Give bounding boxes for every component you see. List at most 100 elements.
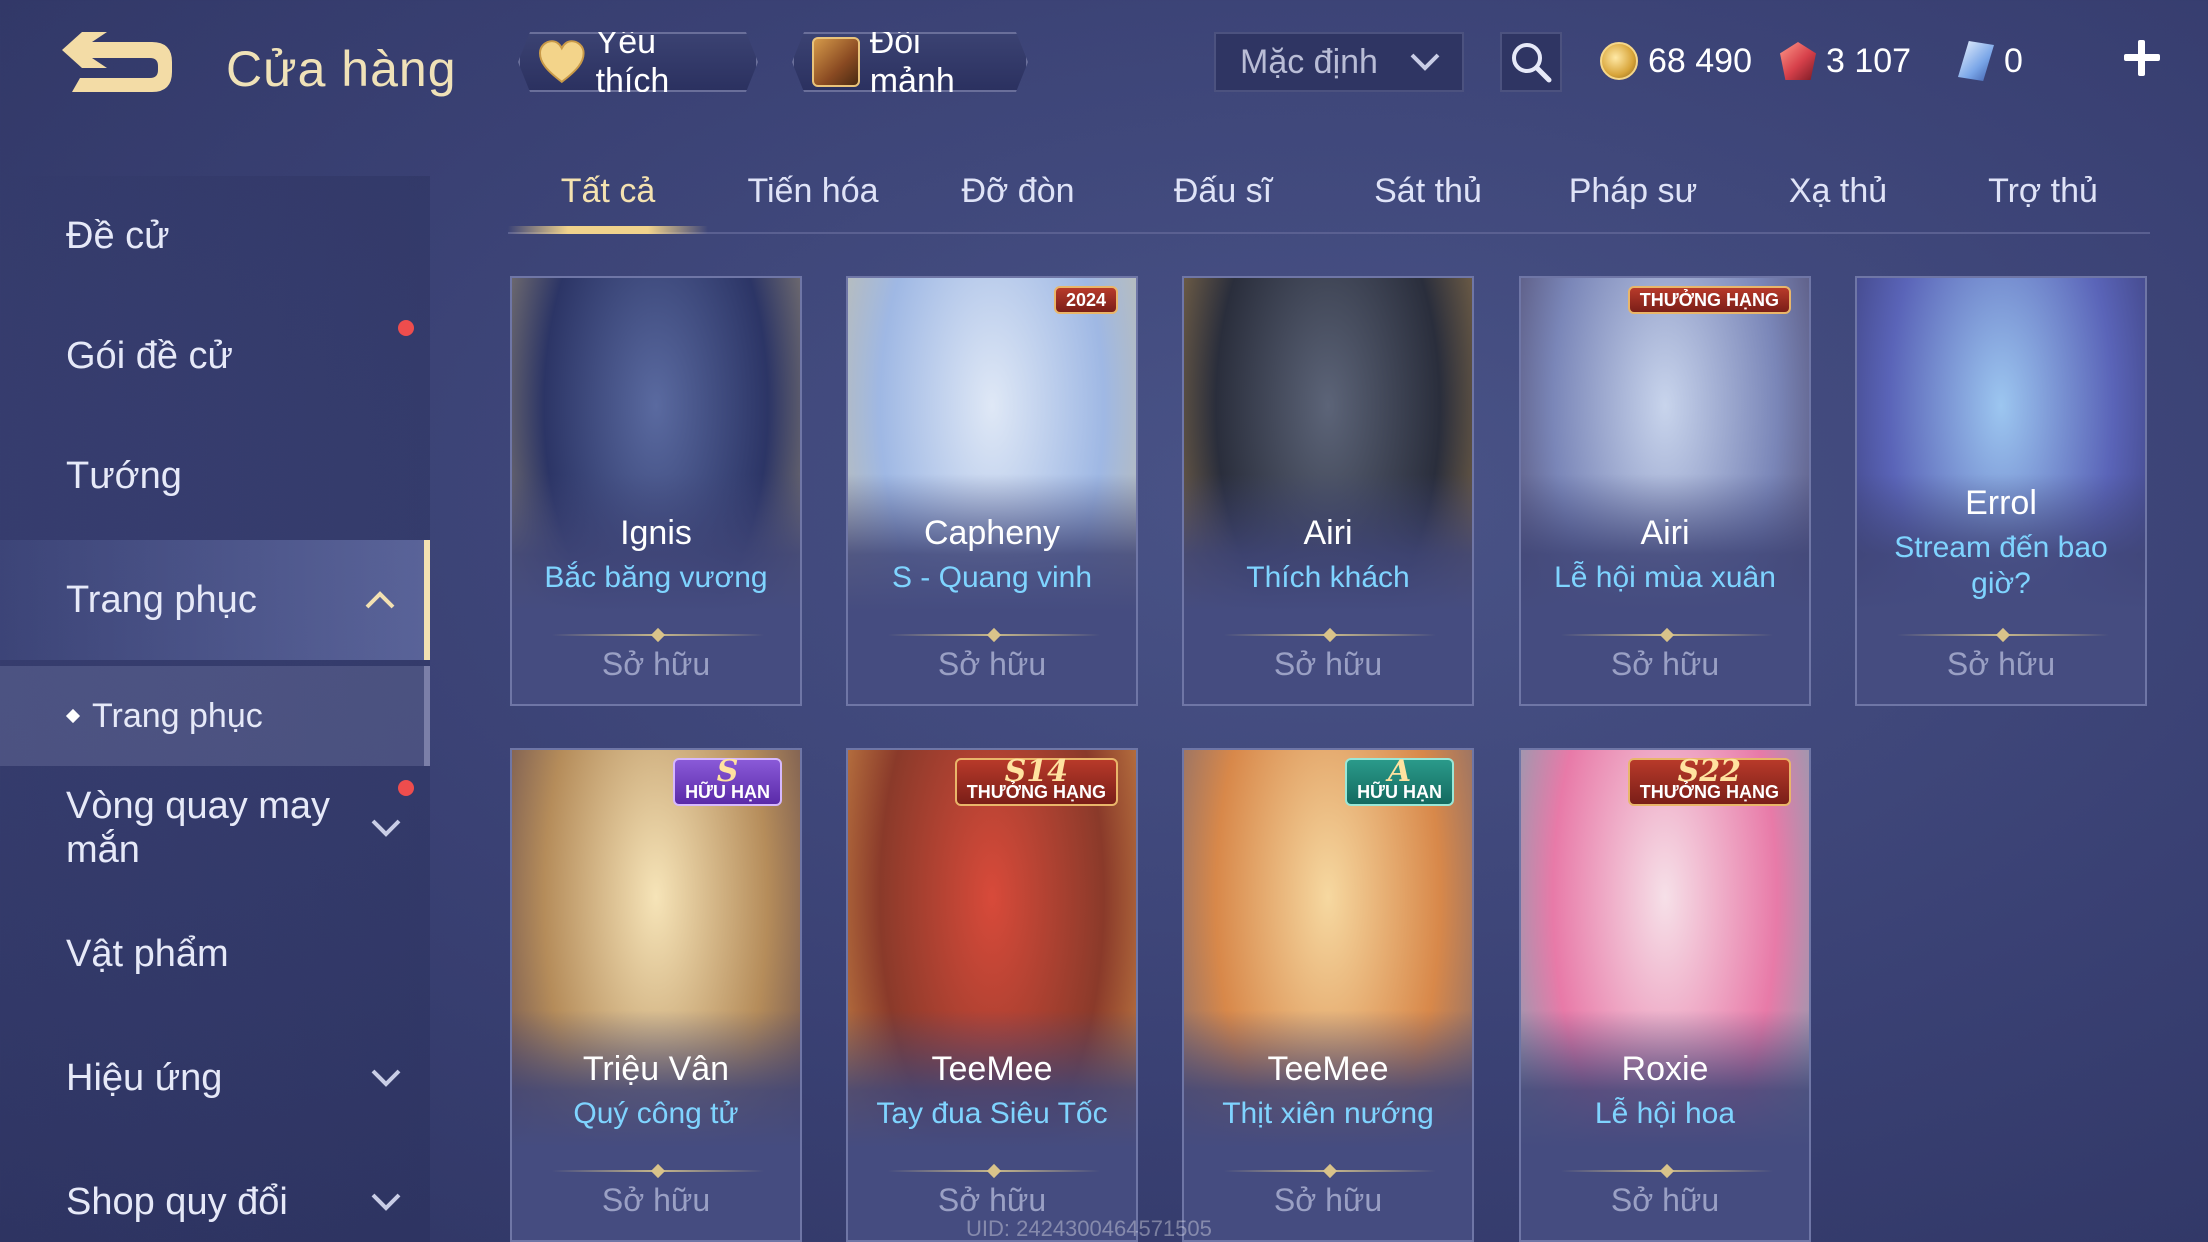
badge-tier: A: [1387, 754, 1412, 789]
skin-card[interactable]: Roxie Lễ hội hoa Sở hữu S22 THƯỞNG HẠNG: [1519, 748, 1811, 1242]
back-button[interactable]: [62, 32, 182, 102]
diamond-icon: [1958, 41, 1994, 81]
owned-status: Sở hữu: [601, 646, 711, 682]
favorite-button[interactable]: Yêu thích: [518, 32, 758, 92]
rank-reward-badge: 2024: [1053, 286, 1118, 314]
owned-status: Sở hữu: [1610, 646, 1720, 682]
top-up-button[interactable]: [2118, 34, 2164, 80]
search-icon: [1512, 43, 1552, 83]
tab-assassin[interactable]: Sát thủ: [1328, 172, 1528, 211]
sidebar-item-label: Shop quy đổi: [66, 1180, 288, 1223]
limited-badge: S HỮU HẠN: [673, 754, 782, 806]
sidebar-item-items[interactable]: Vật phẩm: [0, 894, 430, 1014]
tab-marksman[interactable]: Xạ thủ: [1738, 172, 1938, 211]
back-arrow-icon: [62, 32, 172, 92]
tab-fighter[interactable]: Đấu sĩ: [1123, 172, 1323, 211]
skin-name: Thích khách: [1246, 561, 1410, 594]
diamond-amount: 0: [2004, 41, 2023, 80]
sidebar-item-lucky-wheel[interactable]: Vòng quay may mắn: [0, 768, 430, 888]
skin-card[interactable]: Triệu Vân Quý công tử Sở hữu S HỮU HẠN: [510, 748, 802, 1242]
sidebar-item-heroes[interactable]: Tướng: [0, 416, 430, 536]
category-sidebar: Đề cử Gói đề cử Tướng Trang phục Trang p…: [0, 176, 430, 1242]
tab-all[interactable]: Tất cả: [508, 172, 708, 211]
sort-dropdown[interactable]: Mặc định: [1214, 32, 1464, 92]
skin-card[interactable]: Airi Lễ hội mùa xuân Sở hữu THƯỞNG HẠNG: [1519, 276, 1811, 706]
hero-name: Errol: [1965, 484, 2037, 522]
sidebar-item-label: Hiệu ứng: [66, 1056, 223, 1099]
chevron-down-icon: [371, 819, 401, 837]
hero-name: Airi: [1640, 514, 1690, 552]
role-tabs: Tất cả Tiến hóa Đỡ đòn Đấu sĩ Sát thủ Ph…: [508, 160, 2150, 234]
sidebar-item-label: Trang phục: [66, 578, 257, 621]
diamond-balance: 0: [1958, 36, 2023, 86]
favorite-label: Yêu thích: [595, 23, 670, 100]
chevron-down-icon: [371, 1193, 401, 1211]
skin-card[interactable]: TeeMee Tay đua Siêu Tốc Sở hữu S14 THƯỞNG HẠ…: [846, 748, 1138, 1242]
skin-card[interactable]: Errol Stream đến bao giờ? Sở hữu: [1855, 276, 2147, 706]
gold-amount: 68 490: [1648, 41, 1752, 80]
skin-name: S - Quang vinh: [891, 561, 1093, 594]
top-bar: Cửa hàng Yêu thích Đổi mảnh Mặc định 68 …: [0, 0, 2208, 130]
sidebar-item-skins[interactable]: Trang phục: [0, 540, 430, 660]
skin-name: Tay đua Siêu Tốc: [876, 1097, 1108, 1130]
limited-badge: A HỮU HẠN: [1345, 754, 1454, 806]
sidebar-subitem-skins[interactable]: Trang phục: [0, 666, 430, 766]
badge-label: 2024: [1065, 290, 1106, 310]
owned-status: Sở hữu: [601, 1182, 711, 1218]
gold-coin-icon: [1600, 42, 1638, 80]
voucher-gem-icon: [1780, 42, 1816, 80]
sidebar-item-label: Đề cử: [66, 214, 170, 257]
owned-status: Sở hữu: [1610, 1182, 1720, 1218]
tab-support[interactable]: Trợ thủ: [1943, 172, 2143, 211]
skin-card[interactable]: Ignis Bắc băng vương Sở hữu: [510, 276, 802, 706]
gold-balance: 68 490: [1600, 36, 1752, 86]
sidebar-item-effects[interactable]: Hiệu ứng: [0, 1018, 430, 1138]
tab-evolution[interactable]: Tiến hóa: [713, 172, 913, 211]
owned-status: Sở hữu: [937, 646, 1047, 682]
chevron-down-icon: [1410, 53, 1440, 71]
heart-icon: [538, 40, 586, 84]
skin-card[interactable]: TeeMee Thịt xiên nướng Sở hữu A HỮU HẠN: [1182, 748, 1474, 1242]
shard-chest-icon: [812, 37, 860, 87]
shard-exchange-button[interactable]: Đổi mảnh: [792, 32, 1028, 92]
hero-name: Airi: [1303, 514, 1353, 552]
badge-tier: S: [716, 754, 739, 789]
skin-name: Lễ hội mùa xuân: [1554, 561, 1776, 594]
badge-label: THƯỞNG HẠNG: [1639, 290, 1779, 310]
tab-mage[interactable]: Pháp sư: [1533, 172, 1733, 211]
sort-selected-value: Mặc định: [1240, 42, 1378, 81]
skin-name: Stream đến bao giờ?: [1894, 531, 2108, 600]
sidebar-item-label: Vật phẩm: [66, 932, 229, 975]
badge-label: THƯỞNG HẠNG: [1639, 782, 1779, 802]
sidebar-item-bundles[interactable]: Gói đề cử: [0, 296, 430, 416]
rank-reward-badge: S14 THƯỞNG HẠNG: [954, 757, 1118, 806]
tab-tank[interactable]: Đỡ đòn: [918, 172, 1118, 211]
sidebar-item-label: Vòng quay may mắn: [66, 785, 331, 871]
sidebar-item-exchange-shop[interactable]: Shop quy đổi: [0, 1142, 430, 1242]
search-button[interactable]: [1500, 32, 1562, 92]
skin-card[interactable]: Capheny S - Quang vinh Sở hữu 2024: [846, 276, 1138, 706]
hero-name: Triệu Vân: [582, 1050, 730, 1088]
skin-name: Thịt xiên nướng: [1222, 1097, 1434, 1130]
hero-name: TeeMee: [1267, 1050, 1389, 1088]
notification-dot: [398, 780, 414, 796]
sidebar-item-label: Gói đề cử: [66, 334, 233, 377]
active-tab-indicator: [508, 226, 708, 234]
owned-status: Sở hữu: [1273, 1182, 1383, 1218]
user-id: UID: 2424300464571505: [966, 1216, 1212, 1241]
badge-label: HỮU HẠN: [1357, 782, 1442, 802]
owned-status: Sở hữu: [1946, 646, 2056, 682]
skin-name: Quý công tử: [573, 1097, 739, 1130]
voucher-balance: 3 107: [1780, 36, 1911, 86]
hero-name: Ignis: [620, 514, 692, 552]
badge-label: THƯỞNG HẠNG: [966, 782, 1106, 802]
voucher-amount: 3 107: [1826, 41, 1912, 80]
badge-tier: S22: [1677, 754, 1742, 789]
bullet-icon: [65, 708, 81, 724]
sidebar-item-featured[interactable]: Đề cử: [0, 176, 430, 296]
chevron-up-icon: [365, 591, 395, 609]
badge-label: HỮU HẠN: [685, 782, 770, 802]
skin-card[interactable]: Airi Thích khách Sở hữu: [1182, 276, 1474, 706]
hero-name: TeeMee: [931, 1050, 1053, 1088]
owned-status: Sở hữu: [937, 1182, 1047, 1218]
